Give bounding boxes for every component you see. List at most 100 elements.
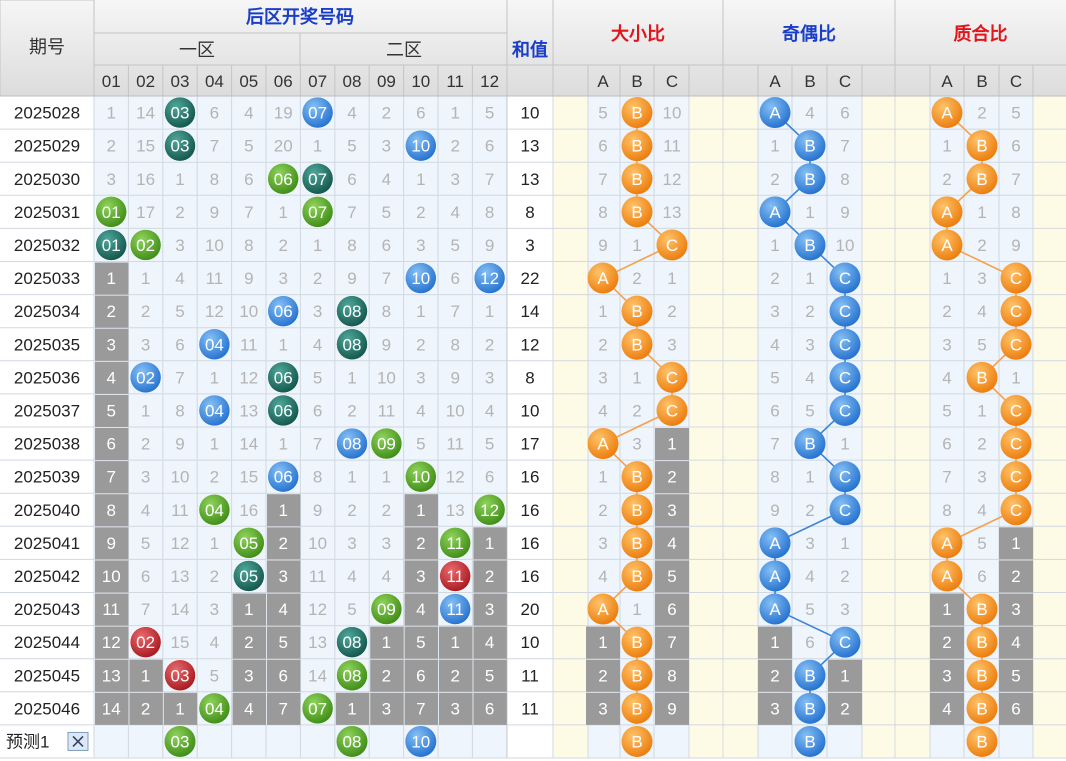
missing-count: 10 [102, 567, 121, 586]
missing-count: 5 [278, 633, 287, 652]
parity-ratio-missing: 3 [840, 600, 849, 619]
parity-ratio-missing: 8 [840, 170, 849, 189]
missing-count: 8 [382, 302, 391, 321]
prime-ratio-ball-label: B [976, 368, 987, 387]
missing-count: 19 [274, 104, 293, 123]
parity-ratio-missing: 6 [840, 104, 849, 123]
missing-count: 20 [274, 137, 293, 156]
missing-count: 9 [382, 335, 391, 354]
prime-ratio-missing: 1 [1011, 368, 1020, 387]
missing-count: 6 [416, 666, 425, 685]
parity-ratio-ball-label: A [769, 104, 781, 123]
missing-count: 3 [485, 368, 494, 387]
parity-ratio-missing: 3 [805, 534, 814, 553]
size-ratio-missing: 8 [598, 203, 607, 222]
parity-ratio-missing: 3 [805, 335, 814, 354]
prime-ratio-missing: 3 [977, 468, 986, 487]
prime-ratio-header-B: B [976, 72, 987, 91]
sum-value: 8 [525, 203, 534, 222]
period-cell: 2025046 [14, 699, 80, 718]
prime-ratio-ball-label: B [976, 137, 987, 156]
size-ratio-missing: 7 [667, 633, 676, 652]
number-header-02: 02 [136, 72, 155, 91]
missing-count: 8 [175, 401, 184, 420]
sum-value: 14 [521, 302, 540, 321]
missing-count: 10 [377, 368, 396, 387]
period-cell: 2025032 [14, 236, 80, 255]
prime-ratio-missing: 9 [1011, 236, 1020, 255]
prime-ratio-ball-label: A [941, 203, 953, 222]
missing-count: 3 [382, 699, 391, 718]
missing-count: 4 [106, 368, 115, 387]
missing-count: 6 [106, 435, 115, 454]
size-ratio-missing: 1 [632, 236, 641, 255]
missing-count: 8 [347, 236, 356, 255]
size-ratio-missing: 2 [598, 666, 607, 685]
parity-ratio-missing: 1 [805, 203, 814, 222]
size-ratio-missing: 1 [667, 435, 676, 454]
sum-value: 8 [525, 368, 534, 387]
period-cell: 2025042 [14, 567, 80, 586]
missing-count: 7 [278, 699, 287, 718]
missing-count: 3 [106, 335, 115, 354]
prime-ratio-ball-label: A [941, 567, 953, 586]
parity-ratio-ball-label: B [804, 435, 815, 454]
missing-count: 9 [485, 236, 494, 255]
missing-count: 1 [210, 368, 219, 387]
size-ratio-missing: 2 [667, 302, 676, 321]
size-ratio-ball-label: B [631, 699, 642, 718]
drawn-ball-label: 03 [171, 137, 190, 156]
drawn-ball-label: 04 [205, 501, 224, 520]
parity-ratio-ball-label: B [804, 666, 815, 685]
missing-count: 2 [210, 567, 219, 586]
size-ratio-missing: 3 [667, 501, 676, 520]
missing-count: 1 [382, 633, 391, 652]
size-ratio-prediction-label: B [631, 732, 642, 751]
missing-count: 7 [347, 203, 356, 222]
parity-ratio-missing: 2 [840, 567, 849, 586]
missing-count: 1 [416, 170, 425, 189]
missing-count: 12 [102, 633, 121, 652]
missing-count: 2 [141, 302, 150, 321]
prime-ratio-prediction-label: B [976, 732, 987, 751]
missing-count: 1 [347, 468, 356, 487]
size-ratio-missing: 12 [663, 170, 682, 189]
drawn-ball-label: 10 [411, 269, 430, 288]
period-cell: 2025034 [14, 302, 80, 321]
size-ratio-ball-label: A [597, 435, 609, 454]
prime-ratio-ball-label: A [941, 104, 953, 123]
number-header-08: 08 [343, 72, 362, 91]
missing-count: 1 [278, 501, 287, 520]
number-header-01: 01 [102, 72, 121, 91]
parity-ratio-ball-label: C [839, 401, 851, 420]
missing-count: 7 [382, 269, 391, 288]
missing-count: 1 [347, 368, 356, 387]
prime-ratio-ball-label: C [1010, 468, 1022, 487]
missing-count: 8 [313, 468, 322, 487]
missing-count: 3 [278, 269, 287, 288]
size-ratio-ball-label: B [631, 302, 642, 321]
size-ratio-missing: 3 [667, 335, 676, 354]
size-ratio-ball-label: B [631, 170, 642, 189]
missing-count: 13 [446, 501, 465, 520]
parity-ratio-missing: 10 [836, 236, 855, 255]
parity-ratio-missing: 8 [770, 468, 779, 487]
missing-count: 10 [205, 236, 224, 255]
parity-ratio-header-C: C [839, 72, 851, 91]
missing-count: 2 [141, 435, 150, 454]
prime-ratio-ball-label: C [1010, 435, 1022, 454]
prime-ratio-missing: 2 [977, 236, 986, 255]
drawn-ball-label: 06 [274, 368, 293, 387]
parity-ratio-missing: 4 [805, 368, 814, 387]
prime-ratio-missing: 1 [1011, 534, 1020, 553]
missing-count: 15 [171, 633, 190, 652]
prime-ratio-missing: 5 [1011, 104, 1020, 123]
prediction-ball-label: 10 [411, 732, 430, 751]
drawn-ball-label: 01 [102, 203, 121, 222]
period-header: 期号 [29, 37, 65, 57]
drawn-ball-label: 08 [343, 633, 362, 652]
prime-ratio-missing: 2 [1011, 567, 1020, 586]
missing-count: 10 [239, 302, 258, 321]
missing-count: 4 [382, 567, 391, 586]
prime-ratio-missing: 5 [977, 335, 986, 354]
